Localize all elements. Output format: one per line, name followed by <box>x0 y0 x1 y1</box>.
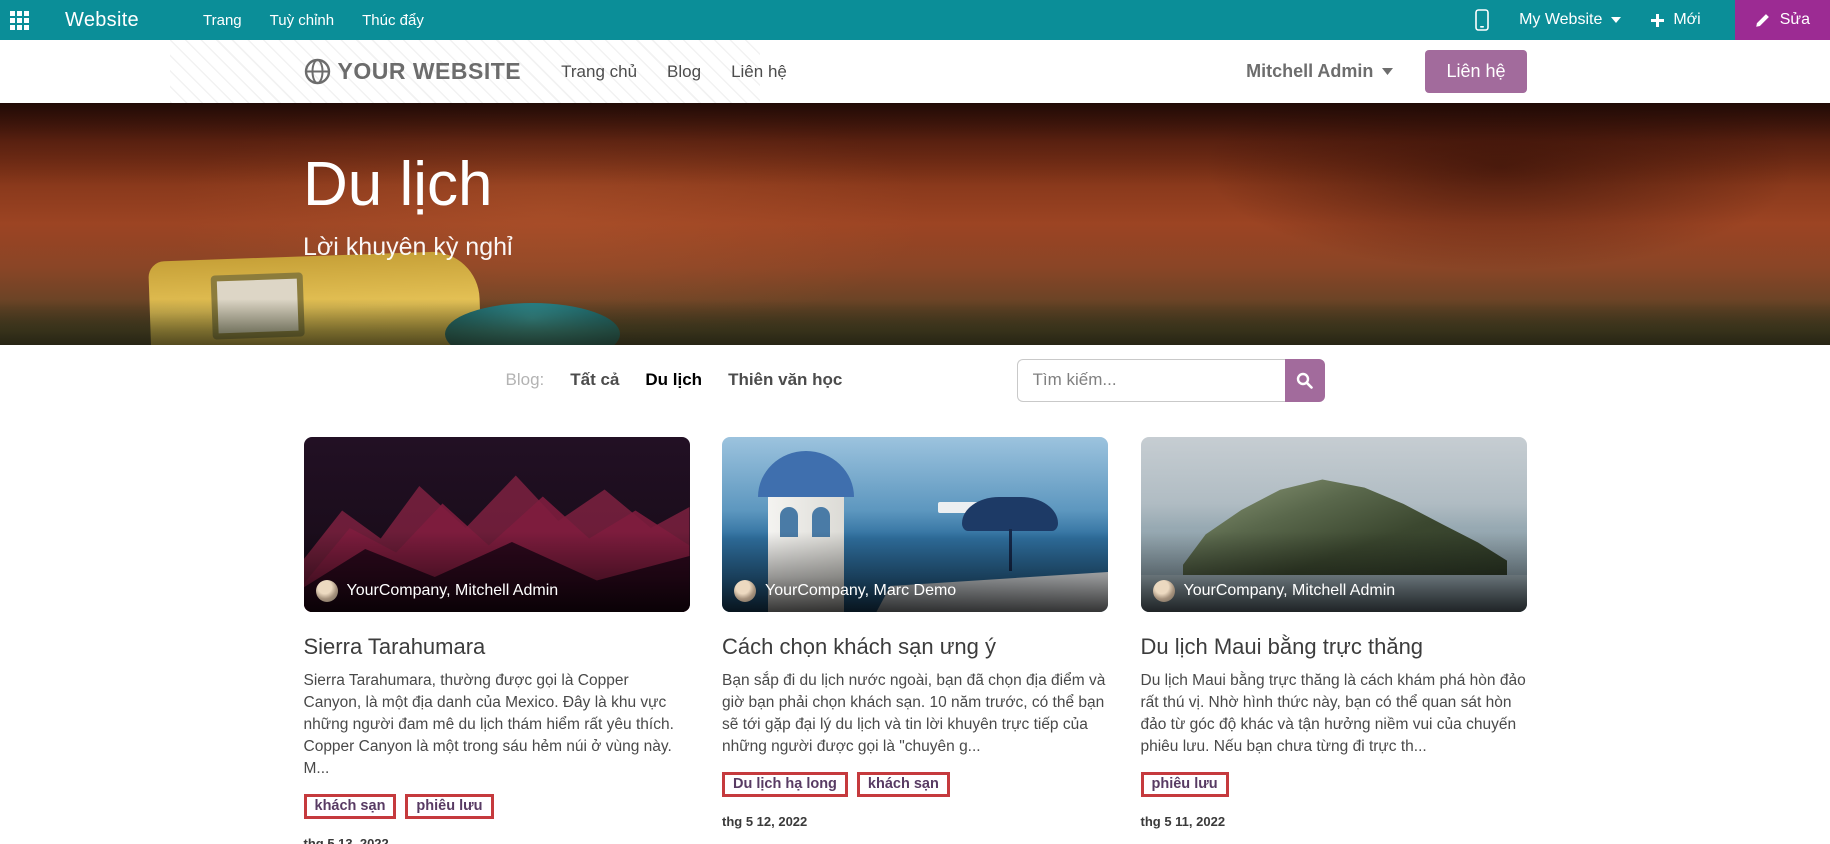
tag-badge[interactable]: khách sạn <box>857 772 950 797</box>
post-author-label: YourCompany, Mitchell Admin <box>347 582 559 600</box>
post-cover-image[interactable]: YourCompany, Mitchell Admin <box>304 437 690 612</box>
hero-scrub-shape <box>0 299 1830 345</box>
post-excerpt: Du lịch Maui bằng trực thăng là cách khá… <box>1141 670 1527 758</box>
chevron-down-icon <box>1611 17 1621 23</box>
admin-menu: Trang Tuỳ chỉnh Thúc đẩy <box>203 12 424 29</box>
filter-travel[interactable]: Du lịch <box>645 370 702 390</box>
post-author-label: YourCompany, Mitchell Admin <box>1184 582 1396 600</box>
blog-filter-label: Blog: <box>506 370 545 390</box>
site-header: YOUR WEBSITE Trang chủ Blog Liên hệ Mitc… <box>0 40 1830 103</box>
blog-title: Du lịch <box>303 151 513 219</box>
contact-cta-button[interactable]: Liên hệ <box>1425 50 1526 93</box>
tag-badge[interactable]: phiêu lưu <box>405 794 493 819</box>
post-tags: phiêu lưu <box>1141 772 1527 797</box>
tag-badge[interactable]: Du lịch hạ long <box>722 772 848 797</box>
mobile-preview-icon[interactable] <box>1475 9 1489 31</box>
post-tags: Du lịch hạ long khách sạn <box>722 772 1108 797</box>
post-excerpt: Sierra Tarahumara, thường được gọi là Co… <box>304 670 690 780</box>
avatar <box>1153 580 1175 602</box>
search-input[interactable] <box>1017 359 1285 402</box>
blog-post-card: YourCompany, Mitchell Admin Sierra Tarah… <box>304 437 690 844</box>
post-date: thg 5 12, 2022 <box>722 814 1108 829</box>
post-author: YourCompany, Mitchell Admin <box>316 580 559 602</box>
user-menu[interactable]: Mitchell Admin <box>1246 61 1393 82</box>
post-author: YourCompany, Marc Demo <box>734 580 956 602</box>
avatar <box>316 580 338 602</box>
nav-contact[interactable]: Liên hệ <box>731 62 787 82</box>
edit-button[interactable]: Sửa <box>1735 0 1830 40</box>
post-date: thg 5 13, 2022 <box>304 836 690 844</box>
apps-grid-icon[interactable] <box>10 11 29 30</box>
hero-banner: Du lịch Lời khuyên kỳ nghỉ <box>0 103 1830 345</box>
magnifier-icon <box>1296 372 1313 389</box>
new-content-label: Mới <box>1673 11 1700 29</box>
admin-menu-promote[interactable]: Thúc đẩy <box>362 12 424 29</box>
chevron-down-icon <box>1382 68 1393 75</box>
post-date: thg 5 11, 2022 <box>1141 814 1527 829</box>
blog-post-card: YourCompany, Mitchell Admin Du lịch Maui… <box>1141 437 1527 844</box>
admin-bar-right: My Website Mới Sửa <box>1475 0 1830 40</box>
site-nav: Trang chủ Blog Liên hệ <box>561 62 787 82</box>
website-switcher[interactable]: My Website <box>1519 11 1621 29</box>
plus-icon <box>1651 14 1664 27</box>
nav-blog[interactable]: Blog <box>667 62 701 82</box>
website-switcher-label: My Website <box>1519 11 1602 29</box>
user-menu-label: Mitchell Admin <box>1246 61 1373 82</box>
admin-menu-pages[interactable]: Trang <box>203 12 242 29</box>
site-logo[interactable]: YOUR WEBSITE <box>304 58 522 85</box>
blog-post-card: YourCompany, Marc Demo Cách chọn khách s… <box>722 437 1108 844</box>
blog-filter-bar: Blog: Tất cả Du lịch Thiên văn học <box>304 358 1527 402</box>
search-button[interactable] <box>1285 359 1325 402</box>
post-cover-image[interactable]: YourCompany, Mitchell Admin <box>1141 437 1527 612</box>
post-author-label: YourCompany, Marc Demo <box>765 582 956 600</box>
filter-astronomy[interactable]: Thiên văn học <box>728 370 842 390</box>
blog-subtitle: Lời khuyên kỳ nghỉ <box>303 233 513 262</box>
post-tags: khách sạn phiêu lưu <box>304 794 690 819</box>
post-author: YourCompany, Mitchell Admin <box>1153 580 1396 602</box>
pencil-icon <box>1755 13 1770 28</box>
nav-home[interactable]: Trang chủ <box>561 62 637 82</box>
post-cover-image[interactable]: YourCompany, Marc Demo <box>722 437 1108 612</box>
tag-badge[interactable]: khách sạn <box>304 794 397 819</box>
search-box <box>1017 359 1325 402</box>
filter-all[interactable]: Tất cả <box>570 370 619 390</box>
tag-badge[interactable]: phiêu lưu <box>1141 772 1229 797</box>
avatar <box>734 580 756 602</box>
blog-post-grid: YourCompany, Mitchell Admin Sierra Tarah… <box>304 437 1527 844</box>
post-title[interactable]: Sierra Tarahumara <box>304 634 690 660</box>
post-title[interactable]: Du lịch Maui bằng trực thăng <box>1141 634 1527 660</box>
admin-top-bar: Website Trang Tuỳ chỉnh Thúc đẩy My Webs… <box>0 0 1830 40</box>
app-brand[interactable]: Website <box>65 9 139 32</box>
globe-icon <box>304 58 331 85</box>
post-title[interactable]: Cách chọn khách sạn ưng ý <box>722 634 1108 660</box>
new-content-button[interactable]: Mới <box>1651 11 1700 29</box>
edit-button-label: Sửa <box>1780 11 1810 29</box>
admin-menu-customize[interactable]: Tuỳ chỉnh <box>270 12 334 29</box>
post-excerpt: Bạn sắp đi du lịch nước ngoài, bạn đã ch… <box>722 670 1108 758</box>
site-logo-text: YOUR WEBSITE <box>338 58 522 85</box>
